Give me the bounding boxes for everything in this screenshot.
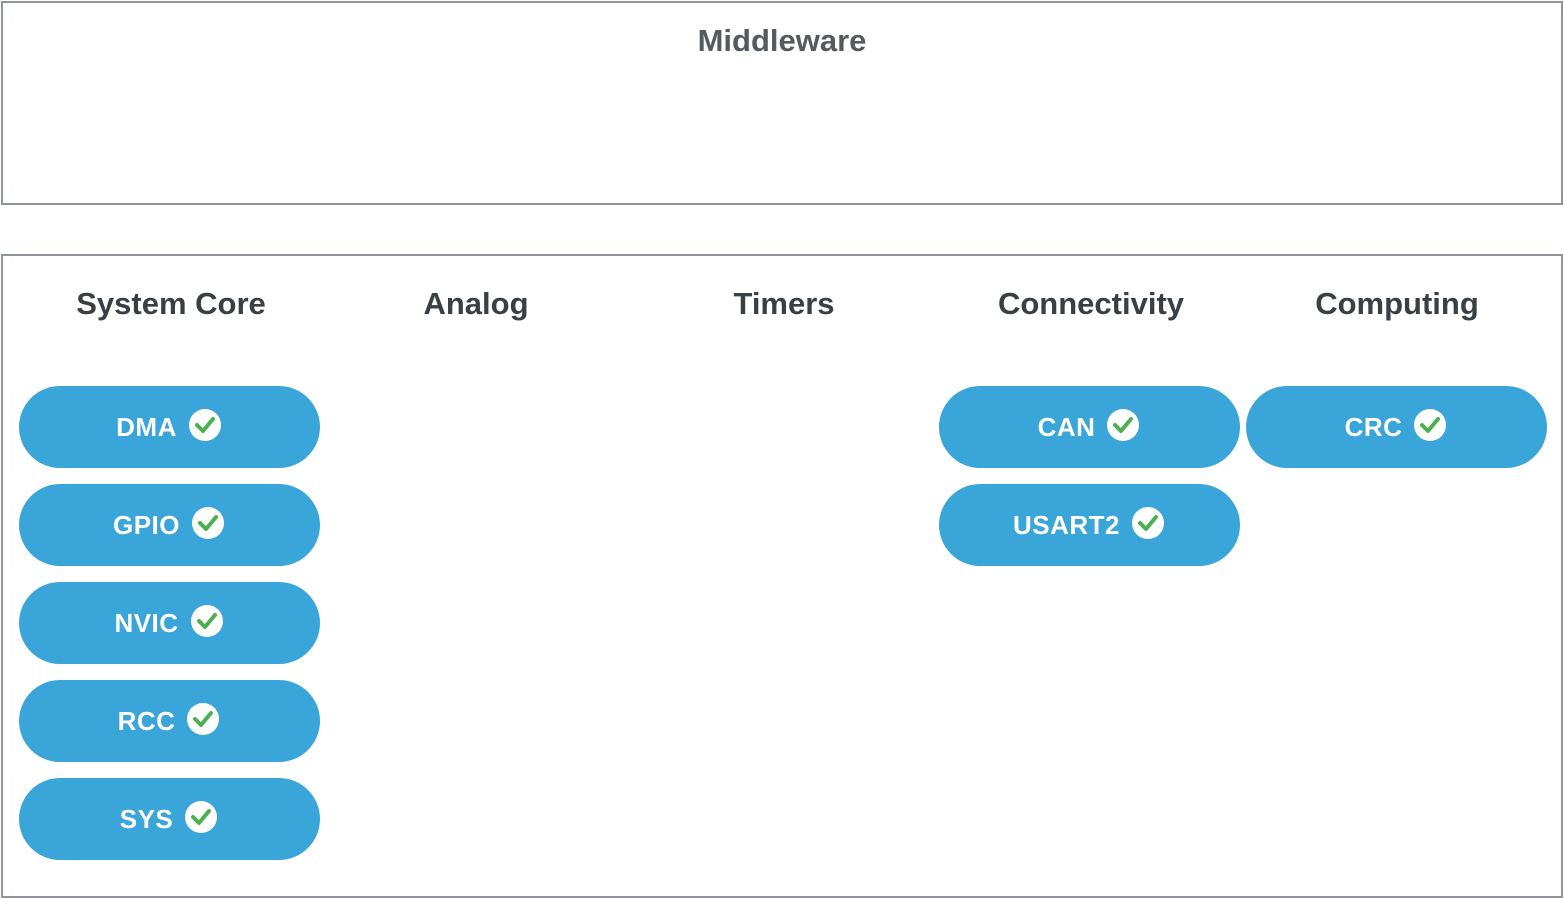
peripheral-label: SYS xyxy=(119,803,174,834)
check-circle-icon xyxy=(192,507,224,539)
peripheral-label: GPIO xyxy=(112,509,180,540)
category-timers: Timers xyxy=(631,256,937,896)
category-title: Analog xyxy=(423,286,529,321)
middleware-title: Middleware xyxy=(697,23,867,58)
peripheral-label: RCC xyxy=(117,705,176,736)
middleware-panel: Middleware xyxy=(1,1,1563,205)
peripheral-label: DMA xyxy=(116,411,177,442)
category-system-core: System Core DMA GPIO NVIC RCC SYS xyxy=(3,256,339,896)
category-computing: Computing CRC xyxy=(1230,256,1564,896)
category-title: Timers xyxy=(733,286,835,321)
peripheral-button-can[interactable]: CAN xyxy=(939,386,1240,468)
check-circle-icon xyxy=(1132,507,1164,539)
peripheral-label: CAN xyxy=(1037,411,1096,442)
category-title: Connectivity xyxy=(997,286,1185,321)
check-circle-icon xyxy=(1107,409,1140,441)
peripheral-button-usart2[interactable]: USART2 xyxy=(939,484,1240,566)
peripheral-button-nvic[interactable]: NVIC xyxy=(19,582,320,664)
check-circle-icon xyxy=(190,605,223,637)
category-title: Computing xyxy=(1315,286,1479,321)
peripheral-button-sys[interactable]: SYS xyxy=(19,778,320,860)
check-circle-icon xyxy=(187,703,220,735)
category-connectivity: Connectivity CAN USART2 xyxy=(923,256,1259,896)
peripheral-button-rcc[interactable]: RCC xyxy=(19,680,320,762)
category-analog: Analog xyxy=(323,256,629,896)
peripheral-label: NVIC xyxy=(114,607,179,638)
peripheral-button-crc[interactable]: CRC xyxy=(1246,386,1547,468)
peripheral-label: CRC xyxy=(1344,411,1403,442)
check-circle-icon xyxy=(1414,409,1447,441)
peripheral-button-dma[interactable]: DMA xyxy=(19,386,320,468)
category-title: System Core xyxy=(76,286,266,321)
check-circle-icon xyxy=(185,801,218,833)
check-circle-icon xyxy=(188,409,221,441)
peripheral-label: USART2 xyxy=(1012,509,1120,540)
categories-panel: System Core DMA GPIO NVIC RCC SYS Analog… xyxy=(1,254,1563,898)
peripheral-button-gpio[interactable]: GPIO xyxy=(19,484,320,566)
